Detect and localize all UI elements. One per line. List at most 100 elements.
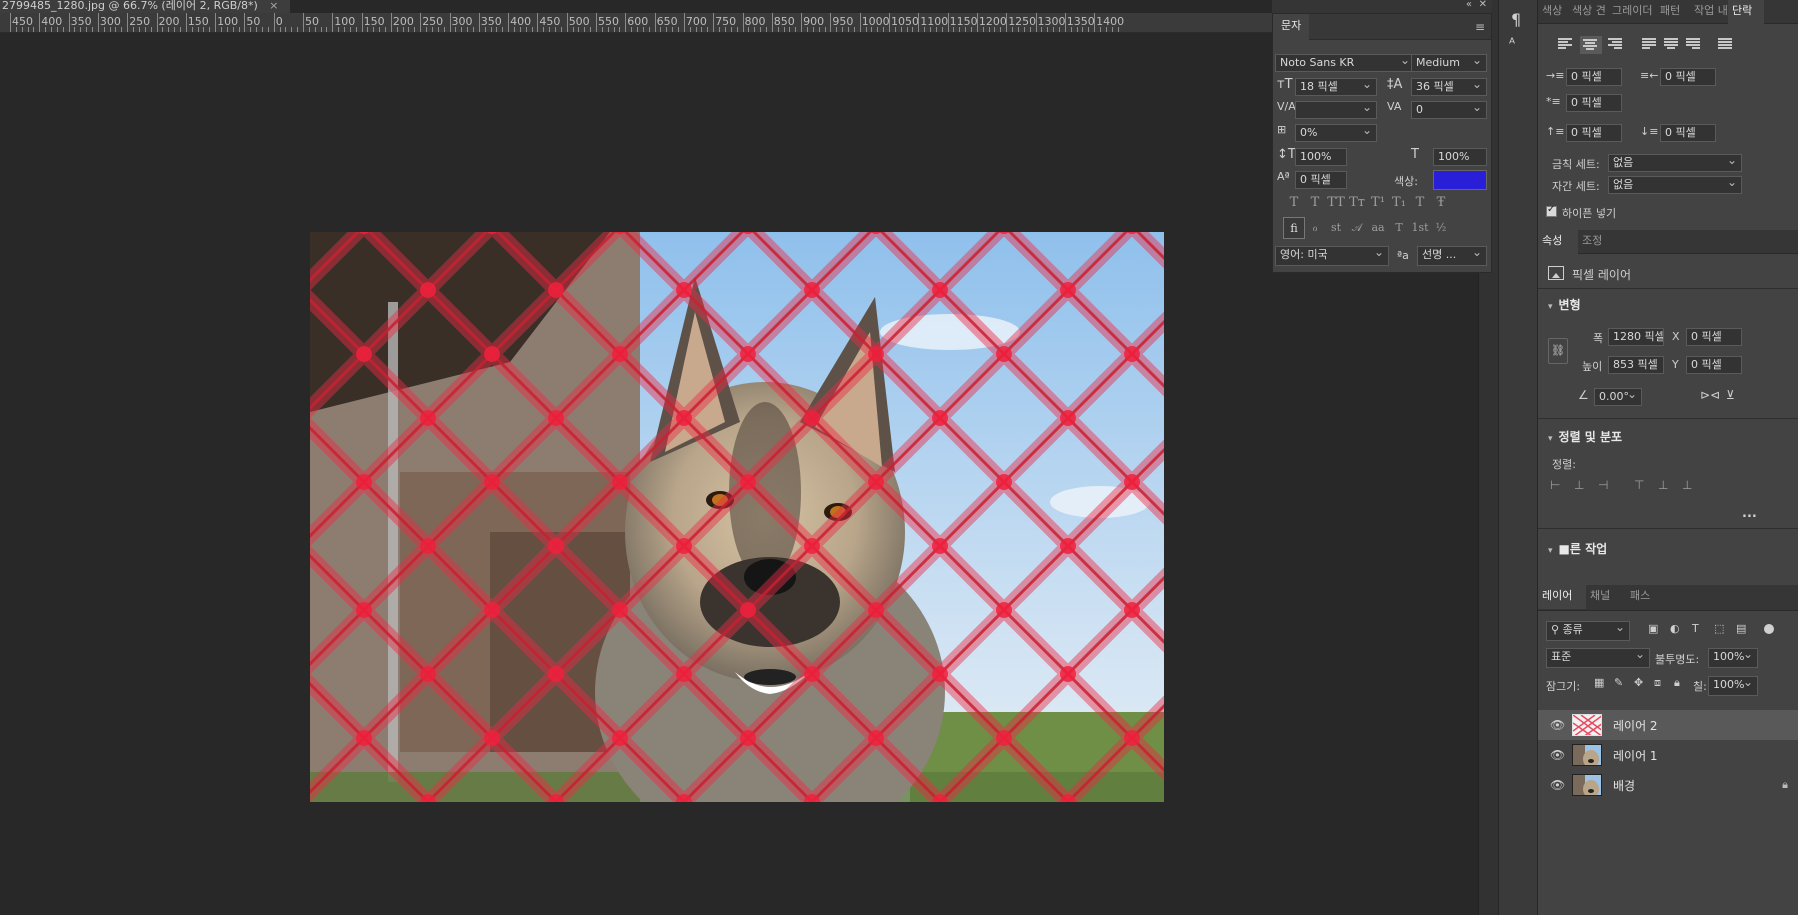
justify-left-button[interactable] bbox=[1642, 38, 1658, 50]
baseline-shift-field[interactable]: 0 픽셀 bbox=[1295, 171, 1347, 189]
filter-smart-object-icon[interactable]: ▤ bbox=[1736, 622, 1746, 635]
fill-field[interactable]: 100% bbox=[1708, 676, 1758, 696]
type-style-button[interactable]: T bbox=[1409, 192, 1431, 214]
tsume-field[interactable]: 0% bbox=[1295, 124, 1377, 142]
space-after-field[interactable]: 0 픽셀 bbox=[1660, 124, 1716, 142]
tab-5[interactable]: 단락 bbox=[1728, 0, 1764, 24]
text-color-swatch[interactable] bbox=[1433, 170, 1487, 190]
filter-type-icon[interactable]: T bbox=[1692, 622, 1699, 635]
layer-row[interactable]: 👁︎ 레이어 2 bbox=[1538, 710, 1798, 740]
tab-4[interactable]: 작업 내 bbox=[1690, 0, 1728, 24]
tab-character[interactable]: 문자 bbox=[1273, 14, 1310, 40]
type-style-button[interactable]: TT bbox=[1325, 192, 1347, 214]
lock-image-icon[interactable]: ✎ bbox=[1614, 676, 1623, 689]
close-panel-icon[interactable]: ✕ bbox=[1479, 0, 1487, 10]
flip-horizontal-icon[interactable]: ⊳⊲ bbox=[1700, 388, 1720, 402]
tab-2[interactable]: 그레이더 bbox=[1608, 0, 1656, 24]
flip-vertical-icon[interactable]: ⊻ bbox=[1726, 388, 1735, 402]
width-field[interactable]: 1280 픽셀 bbox=[1608, 328, 1664, 346]
align-button[interactable]: ⊥ bbox=[1682, 478, 1692, 492]
align-button[interactable]: ⊥ bbox=[1574, 478, 1584, 492]
tab-2[interactable]: 패스 bbox=[1626, 585, 1666, 609]
tracking-field[interactable]: 0 bbox=[1411, 101, 1487, 119]
document-image[interactable] bbox=[310, 232, 1164, 802]
hyphenate-checkbox[interactable] bbox=[1546, 204, 1557, 217]
antialias-select[interactable]: 선명 ... bbox=[1417, 246, 1487, 266]
angle-field[interactable]: 0.00° bbox=[1594, 388, 1642, 406]
font-style-select[interactable]: Medium bbox=[1411, 54, 1487, 72]
justify-center-button[interactable] bbox=[1664, 38, 1680, 50]
opentype-button[interactable]: st bbox=[1325, 217, 1347, 239]
quick-actions-section-header[interactable]: ▾ ■른 작업 bbox=[1548, 540, 1607, 557]
opentype-button[interactable]: 1st bbox=[1409, 217, 1431, 239]
align-button[interactable]: ⊢ bbox=[1550, 478, 1560, 492]
filter-adjustment-icon[interactable]: ◐ bbox=[1670, 622, 1680, 635]
opentype-button[interactable]: ½ bbox=[1430, 217, 1452, 239]
space-before-field[interactable]: 0 픽셀 bbox=[1566, 124, 1622, 142]
tab-1[interactable]: 채널 bbox=[1586, 585, 1626, 609]
height-field[interactable]: 853 픽셀 bbox=[1608, 356, 1664, 374]
align-left-button[interactable] bbox=[1558, 38, 1574, 50]
opacity-field[interactable]: 100% bbox=[1708, 648, 1758, 668]
font-size-field[interactable]: 18 픽셀 bbox=[1295, 78, 1377, 96]
x-field[interactable]: 0 픽셀 bbox=[1686, 328, 1742, 346]
tab-3[interactable]: 패턴 bbox=[1656, 0, 1690, 24]
y-field[interactable]: 0 픽셀 bbox=[1686, 356, 1742, 374]
leading-field[interactable]: 36 픽셀 bbox=[1411, 78, 1487, 96]
close-document-icon[interactable]: × bbox=[269, 0, 278, 12]
align-section-header[interactable]: ▾ 정렬 및 분포 bbox=[1548, 428, 1622, 445]
layer-filter-select[interactable]: ⚲ 종류 bbox=[1546, 621, 1630, 641]
type-style-button[interactable]: T₁ bbox=[1388, 192, 1410, 214]
link-dimensions-icon[interactable]: ⛓ bbox=[1548, 338, 1568, 364]
transform-section-header[interactable]: ▾ 변형 bbox=[1548, 296, 1581, 313]
indent-left-field[interactable]: 0 픽셀 bbox=[1566, 68, 1622, 86]
justify-right-button[interactable] bbox=[1686, 38, 1702, 50]
align-right-button[interactable] bbox=[1608, 38, 1624, 50]
lock-artboard-icon[interactable]: ⧈ bbox=[1654, 676, 1661, 690]
indent-first-line-field[interactable]: 0 픽셀 bbox=[1566, 94, 1622, 112]
align-button[interactable]: ⊥ bbox=[1658, 478, 1668, 492]
layer-row[interactable]: 👁︎ 배경 🔒︎ bbox=[1538, 770, 1798, 800]
lock-position-icon[interactable]: ✥ bbox=[1634, 676, 1643, 689]
type-style-button[interactable]: T bbox=[1283, 192, 1305, 214]
tab-0[interactable]: 속성 bbox=[1538, 230, 1578, 254]
align-button[interactable]: ⊤ bbox=[1634, 478, 1644, 492]
horizontal-scale-field[interactable]: 100% bbox=[1433, 148, 1487, 166]
lock-transparent-icon[interactable]: ▦ bbox=[1594, 676, 1604, 689]
indent-right-field[interactable]: 0 픽셀 bbox=[1660, 68, 1716, 86]
kerning-field[interactable] bbox=[1295, 101, 1377, 119]
canvas-area[interactable] bbox=[0, 33, 1478, 915]
character-icon[interactable]: ᴬ bbox=[1509, 36, 1515, 52]
vertical-scale-field[interactable]: 100% bbox=[1295, 148, 1347, 166]
justify-all-button[interactable] bbox=[1718, 38, 1734, 50]
document-tab[interactable]: 2799485_1280.jpg @ 66.7% (레이어 2, RGB/8*)… bbox=[0, 0, 290, 13]
opentype-button[interactable]: ﬁ bbox=[1283, 217, 1305, 239]
type-style-button[interactable]: Ŧ bbox=[1430, 192, 1452, 214]
align-button[interactable]: ⊣ bbox=[1598, 478, 1608, 492]
visibility-eye-icon[interactable]: 👁︎ bbox=[1550, 778, 1565, 792]
visibility-eye-icon[interactable]: 👁︎ bbox=[1550, 748, 1565, 762]
opentype-button[interactable]: T bbox=[1388, 217, 1410, 239]
opentype-button[interactable]: aa bbox=[1367, 217, 1389, 239]
opentype-button[interactable]: 𝒜 bbox=[1346, 217, 1368, 239]
mojikumi-select[interactable]: 없음 bbox=[1608, 176, 1742, 194]
align-center-button[interactable] bbox=[1580, 36, 1602, 54]
lock-all-icon[interactable]: 🔒︎ bbox=[1674, 676, 1680, 690]
tab-1[interactable]: 색상 견 bbox=[1568, 0, 1608, 24]
language-select[interactable]: 영어: 미국 bbox=[1275, 246, 1389, 266]
kinsoku-select[interactable]: 없음 bbox=[1608, 154, 1742, 172]
font-family-select[interactable]: Noto Sans KR bbox=[1275, 54, 1415, 72]
layer-lock-icon[interactable]: 🔒︎ bbox=[1782, 778, 1788, 792]
tab-0[interactable]: 레이어 bbox=[1538, 585, 1586, 609]
tab-1[interactable]: 조정 bbox=[1578, 230, 1618, 254]
type-style-button[interactable]: Tт bbox=[1346, 192, 1368, 214]
visibility-eye-icon[interactable]: 👁︎ bbox=[1550, 718, 1565, 732]
filter-toggle-icon[interactable] bbox=[1764, 624, 1774, 634]
tab-0[interactable]: 색상 bbox=[1538, 0, 1568, 24]
filter-shape-icon[interactable]: ⬚ bbox=[1714, 622, 1724, 635]
type-style-button[interactable]: T bbox=[1304, 192, 1326, 214]
paragraph-icon[interactable]: ¶ bbox=[1511, 10, 1521, 29]
horizontal-ruler[interactable]: 450 400 350 300 250 200 150 100 50 0 50 100 150 200 25… bbox=[0, 13, 1272, 33]
panel-menu-icon[interactable]: ≡ bbox=[1475, 20, 1485, 34]
type-style-button[interactable]: T¹ bbox=[1367, 192, 1389, 214]
